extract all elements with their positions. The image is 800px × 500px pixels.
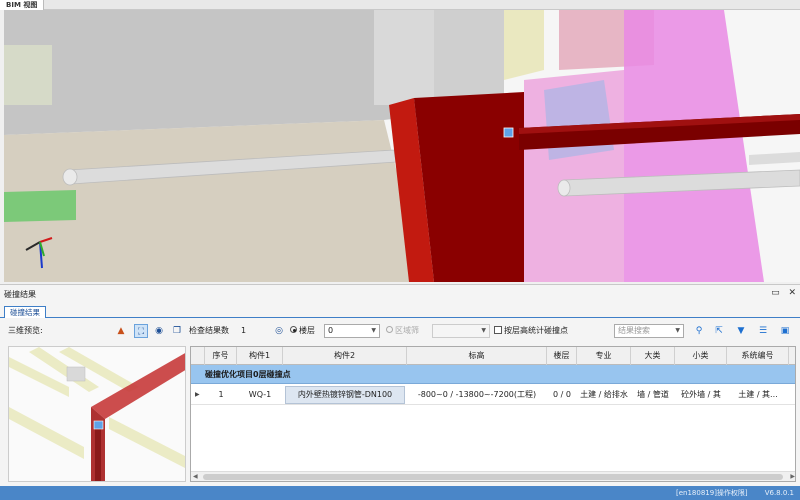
cell-elevation: -800~0 / -13800~-7200(工程) — [417, 390, 537, 399]
column-shape — [374, 10, 434, 105]
status-user: [en180819]操作权限] — [676, 489, 748, 497]
chevron-down-icon: ▼ — [371, 327, 376, 334]
zone-select[interactable]: ▼ — [432, 324, 490, 338]
result-search-input[interactable]: 结果搜索 ▼ — [614, 324, 684, 338]
save-icon[interactable]: ▣ — [778, 324, 792, 338]
bim-tab-bar: BIM 视图 — [0, 0, 800, 10]
equipment-shape — [4, 190, 76, 222]
app-window: BIM 视图 碰撞结果 ▭ ✕ 碰撞结果 三维预览: ▲ ⛶ ◉ ❐ 检查结果数… — [0, 0, 800, 500]
table-row[interactable]: ▶ 1 WQ-1 内外壁热镀锌钢管-DN100 -800~0 / -13800~… — [191, 385, 795, 405]
fit-view-icon[interactable]: ⛶ — [134, 324, 148, 338]
scrollbar-thumb[interactable] — [203, 474, 783, 480]
wall-shape — [4, 45, 52, 105]
collision-marker — [503, 127, 514, 138]
floor-radio[interactable]: 楼层 — [290, 324, 315, 338]
cell-component2[interactable]: 内外壁热镀锌钢管-DN100 — [285, 386, 405, 404]
location-pin-icon[interactable]: ⚲ — [692, 324, 706, 338]
preview-collision-marker — [93, 420, 104, 430]
copy-icon[interactable]: ❐ — [170, 324, 184, 338]
panel-title: 碰撞结果 — [4, 290, 36, 299]
bim-3d-viewport[interactable] — [4, 10, 800, 282]
row-header-spacer — [191, 347, 205, 365]
result-count-value: 1 — [241, 326, 247, 335]
status-bar: [en180819]操作权限] V6.8.0.1 — [0, 486, 800, 500]
zone-radio[interactable]: 区域筛 — [386, 324, 419, 338]
column-header-floor[interactable]: 楼层 — [547, 347, 577, 365]
result-toolbar: 三维预览: ▲ ⛶ ◉ ❐ 检查结果数 1 ◎ 楼层 0 ▼ 区域筛 ▼ 按层高… — [0, 322, 800, 340]
chevron-down-icon: ▼ — [481, 327, 486, 334]
column-header-subcategory[interactable]: 小类 — [675, 347, 727, 365]
floor-select-value: 0 — [328, 326, 334, 335]
preview-label: 三维预览: — [8, 326, 43, 335]
column-header-category[interactable]: 大类 — [631, 347, 675, 365]
cell-discipline: 土建 / 给排水 — [580, 390, 628, 399]
filter-icon[interactable]: ▼ — [734, 324, 748, 338]
bim-scene — [4, 10, 800, 282]
scroll-left-icon[interactable]: ◀ — [193, 472, 198, 481]
status-version: V6.8.0.1 — [764, 489, 794, 497]
floor-select[interactable]: 0 ▼ — [324, 324, 380, 338]
table-header: 序号 构件1 构件2 标高 楼层 专业 大类 小类 系统编号 — [191, 347, 795, 365]
row-selected-icon: ▶ — [195, 391, 200, 398]
result-search-placeholder: 结果搜索 — [618, 326, 650, 335]
tab-collision-results[interactable]: 碰撞结果 — [4, 306, 46, 318]
preview-scene — [9, 347, 185, 481]
cell-category: 墙 / 管道 — [637, 390, 669, 399]
column-shape — [434, 10, 504, 100]
cell-subcategory: 砼外墙 / 其 — [681, 390, 721, 399]
group-label: 碰撞优化项目0层碰撞点 — [205, 370, 291, 379]
elevation-checkbox-label: 按层高统计碰撞点 — [504, 326, 568, 335]
camera-icon[interactable]: ◉ — [152, 324, 166, 338]
zone-radio-label: 区域筛 — [395, 326, 419, 335]
column-header-system-code[interactable]: 系统编号 — [727, 347, 789, 365]
cell-index: 1 — [218, 390, 224, 399]
group-row[interactable]: 碰撞优化项目0层碰撞点 — [191, 365, 795, 384]
floor-radio-dot[interactable] — [290, 326, 297, 333]
zone-radio-dot[interactable] — [386, 326, 393, 333]
collision-table: 序号 构件1 构件2 标高 楼层 专业 大类 小类 系统编号 碰撞优化项目0层碰… — [190, 346, 796, 482]
minimize-icon[interactable]: ▭ — [771, 288, 780, 298]
chevron-down-icon: ▼ — [675, 327, 680, 334]
elevation-checkbox-box[interactable] — [494, 325, 502, 334]
close-icon[interactable]: ✕ — [788, 288, 796, 298]
column-header-component2[interactable]: 构件2 — [283, 347, 407, 365]
pipe-shape — [62, 168, 78, 186]
column-header-elevation[interactable]: 标高 — [407, 347, 547, 365]
color-mode-icon[interactable]: ▲ — [114, 324, 128, 338]
column-header-discipline[interactable]: 专业 — [577, 347, 631, 365]
sub-tab-bar: 碰撞结果 — [0, 305, 800, 318]
panel-window-buttons: ▭ ✕ — [765, 288, 796, 298]
tab-bim-view[interactable]: BIM 视图 — [0, 0, 45, 10]
export-icon[interactable]: ⇱ — [712, 324, 726, 338]
floor-radio-label: 楼层 — [299, 326, 315, 335]
wall-shape — [504, 10, 544, 80]
cell-floor: 0 / 0 — [553, 390, 571, 399]
cell-system-code: 土建 / 其... — [738, 390, 778, 399]
horizontal-scrollbar[interactable]: ◀ ▶ — [191, 471, 795, 481]
collision-preview[interactable] — [8, 346, 186, 482]
list-settings-icon[interactable]: ☰ — [756, 324, 770, 338]
cell-component1: WQ-1 — [248, 390, 272, 399]
eye-icon[interactable]: ◎ — [272, 324, 286, 338]
column-header-index[interactable]: 序号 — [205, 347, 237, 365]
elevation-checkbox[interactable]: 按层高统计碰撞点 — [494, 324, 568, 338]
scroll-right-icon[interactable]: ▶ — [790, 472, 795, 481]
result-count-label: 检查结果数 — [189, 326, 229, 335]
pipe-shape — [557, 179, 571, 197]
column-header-component1[interactable]: 构件1 — [237, 347, 283, 365]
wall-shape — [544, 80, 614, 160]
